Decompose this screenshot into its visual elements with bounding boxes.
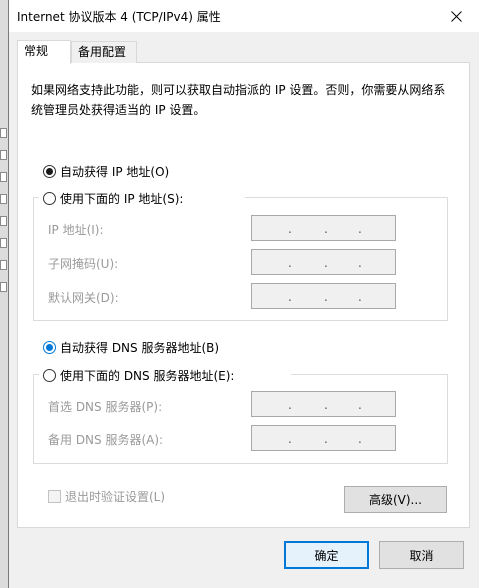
background-checkbox — [0, 238, 7, 248]
radio-label: 自动获得 DNS 服务器地址(B) — [60, 341, 220, 355]
radio-manual-ip[interactable]: 使用下面的 IP 地址(S): — [43, 190, 183, 207]
close-button[interactable] — [433, 0, 479, 32]
radio-auto-ip[interactable]: 自动获得 IP 地址(O) — [43, 163, 169, 180]
background-checkbox — [0, 260, 7, 270]
subnet-mask-input[interactable]: ... — [251, 249, 396, 275]
window-title: Internet 协议版本 4 (TCP/IPv4) 属性 — [17, 10, 221, 24]
description-text: 如果网络支持此功能，则可以获取自动指派的 IP 设置。否则，你需要从网络系统管理… — [31, 83, 446, 117]
background-checkbox — [0, 216, 7, 226]
background-window-edge — [0, 0, 8, 588]
default-gateway-input[interactable]: ... — [251, 283, 396, 309]
ip-address-input[interactable]: ... — [251, 215, 396, 241]
tab-label: 常规 — [24, 44, 49, 58]
background-checkbox — [0, 172, 7, 182]
tab-label: 备用配置 — [78, 45, 127, 59]
radio-label: 自动获得 IP 地址(O) — [60, 165, 170, 179]
radio-label: 使用下面的 DNS 服务器地址(E): — [60, 369, 235, 383]
advanced-button[interactable]: 高级(V)... — [344, 486, 447, 513]
checkbox-label: 退出时验证设置(L) — [65, 490, 166, 504]
radio-label: 使用下面的 IP 地址(S): — [60, 192, 184, 206]
tcpip-properties-dialog: Internet 协议版本 4 (TCP/IPv4) 属性 常规 备用配置 如果… — [8, 0, 479, 588]
preferred-dns-input[interactable]: ... — [251, 391, 396, 417]
ip-address-label: IP 地址(I): — [48, 223, 104, 237]
title-bar: Internet 协议版本 4 (TCP/IPv4) 属性 — [9, 0, 479, 32]
background-checkbox — [0, 194, 7, 204]
subnet-mask-label: 子网掩码(U): — [48, 257, 119, 271]
radio-unselected-icon — [43, 192, 56, 205]
background-checkbox — [0, 150, 7, 160]
ok-button[interactable]: 确定 — [284, 541, 369, 569]
radio-auto-dns[interactable]: 自动获得 DNS 服务器地址(B) — [43, 339, 219, 356]
alternate-dns-input[interactable]: ... — [251, 425, 396, 451]
default-gateway-label: 默认网关(D): — [48, 291, 119, 305]
radio-selected-icon — [43, 165, 56, 178]
radio-selected-icon — [43, 341, 56, 354]
button-label: 确定 — [314, 548, 339, 563]
checkbox-unchecked-icon — [48, 490, 61, 503]
tab-alternate-config[interactable]: 备用配置 — [71, 41, 137, 63]
cancel-button[interactable]: 取消 — [379, 541, 464, 569]
preferred-dns-label: 首选 DNS 服务器(P): — [48, 400, 163, 414]
button-label: 高级(V)... — [368, 493, 423, 507]
button-label: 取消 — [409, 548, 434, 563]
alternate-dns-label: 备用 DNS 服务器(A): — [48, 433, 164, 447]
radio-unselected-icon — [43, 369, 56, 382]
close-icon — [450, 10, 462, 22]
background-checkbox — [0, 128, 7, 138]
radio-manual-dns[interactable]: 使用下面的 DNS 服务器地址(E): — [43, 367, 234, 384]
background-checkbox — [0, 282, 7, 292]
validate-settings-checkbox[interactable]: 退出时验证设置(L) — [48, 488, 165, 505]
tab-general[interactable]: 常规 — [17, 40, 71, 64]
